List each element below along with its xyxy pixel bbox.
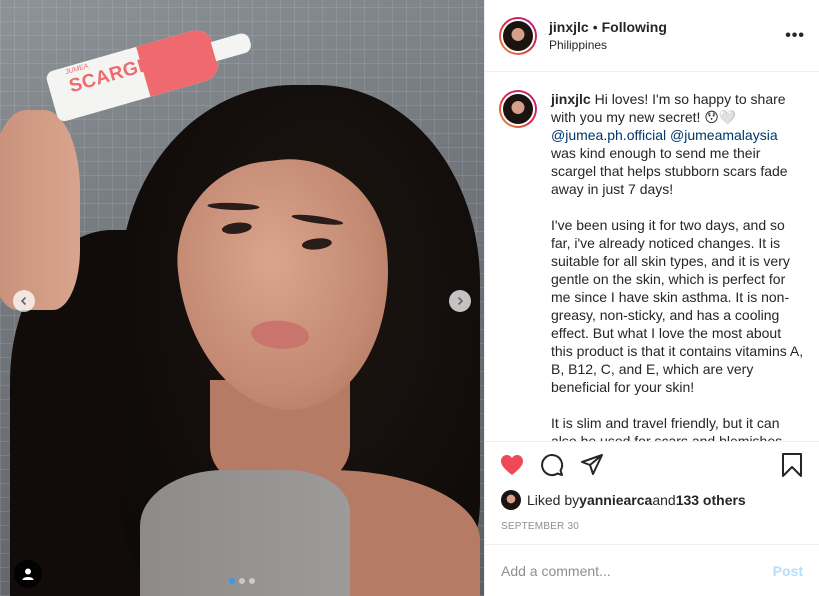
mention-link[interactable]: @jumeamalaysia <box>670 127 778 143</box>
save-button[interactable] <box>779 452 805 478</box>
bookmark-icon <box>782 452 802 477</box>
mention-link[interactable]: @jumea.ph.official <box>551 127 666 143</box>
photo-brow <box>291 212 344 227</box>
carousel-dot <box>249 578 255 584</box>
caption-para-1: jinxjlc Hi loves! I'm so happy to share … <box>551 90 805 198</box>
likes-prefix: Liked by <box>527 492 580 508</box>
comment-bar: Post <box>485 544 819 596</box>
more-icon: ••• <box>785 26 805 44</box>
share-button[interactable] <box>579 452 605 478</box>
likes-conj: and <box>652 492 676 508</box>
carousel-dot <box>229 578 235 584</box>
likes-summary: Liked by yanniearca and 133 others <box>485 487 819 513</box>
follow-status-button[interactable]: Following <box>602 19 667 35</box>
avatar-image <box>501 18 535 53</box>
instagram-post: JUMEA SCARGEL jinxjlc • Following Philip… <box>0 0 819 596</box>
photo-brow <box>207 202 260 211</box>
post-photo[interactable]: JUMEA SCARGEL <box>0 0 484 596</box>
likes-others-link[interactable]: 133 others <box>676 492 746 508</box>
tagged-users-button[interactable] <box>14 560 42 588</box>
more-options-button[interactable]: ••• <box>777 27 805 45</box>
like-button[interactable] <box>499 452 525 478</box>
avatar-image <box>501 92 535 126</box>
heart-icon <box>501 454 523 475</box>
photo-lips <box>250 318 311 351</box>
caption-author-avatar[interactable] <box>499 90 537 128</box>
post-header: jinxjlc • Following Philippines ••• <box>485 0 819 72</box>
author-avatar[interactable] <box>499 16 537 55</box>
comments-area: jinxjlc Hi loves! I'm so happy to share … <box>485 72 819 441</box>
send-icon <box>581 453 603 475</box>
tube-cap <box>210 31 253 62</box>
comment-input[interactable] <box>501 562 773 579</box>
comment-icon <box>541 453 564 476</box>
post-side-panel: jinxjlc • Following Philippines ••• jinx… <box>484 0 819 596</box>
photo-hand-shape <box>0 110 80 310</box>
carousel-next-button[interactable] <box>449 290 471 312</box>
caption-text: It is slim and travel friendly, but it c… <box>551 415 787 441</box>
photo-eye <box>301 236 333 251</box>
post-comment-button[interactable]: Post <box>773 563 803 579</box>
caption-text: was kind enough to send me their scargel… <box>551 145 788 197</box>
carousel-dot <box>239 578 245 584</box>
header-top: jinxjlc • Following <box>549 19 777 35</box>
separator: • <box>592 19 598 35</box>
action-bar <box>485 441 819 487</box>
post-location[interactable]: Philippines <box>549 38 777 52</box>
comment-button[interactable] <box>539 452 565 478</box>
author-username[interactable]: jinxjlc <box>549 19 589 35</box>
liker-avatar[interactable] <box>501 490 521 510</box>
liker-username[interactable]: yanniearca <box>579 492 652 508</box>
chevron-right-icon <box>457 296 464 306</box>
carousel-indicator <box>0 578 484 584</box>
chevron-left-icon <box>20 296 27 306</box>
caption-text: I've been using it for two days, and so … <box>551 217 804 395</box>
header-text: jinxjlc • Following Philippines <box>549 19 777 52</box>
user-icon <box>22 568 34 580</box>
post-date[interactable]: SEPTEMBER 30 <box>485 513 819 544</box>
caption-username[interactable]: jinxjlc <box>551 91 591 107</box>
photo-eye <box>221 221 253 236</box>
post-caption: jinxjlc Hi loves! I'm so happy to share … <box>551 90 805 441</box>
carousel-prev-button[interactable] <box>13 290 35 312</box>
